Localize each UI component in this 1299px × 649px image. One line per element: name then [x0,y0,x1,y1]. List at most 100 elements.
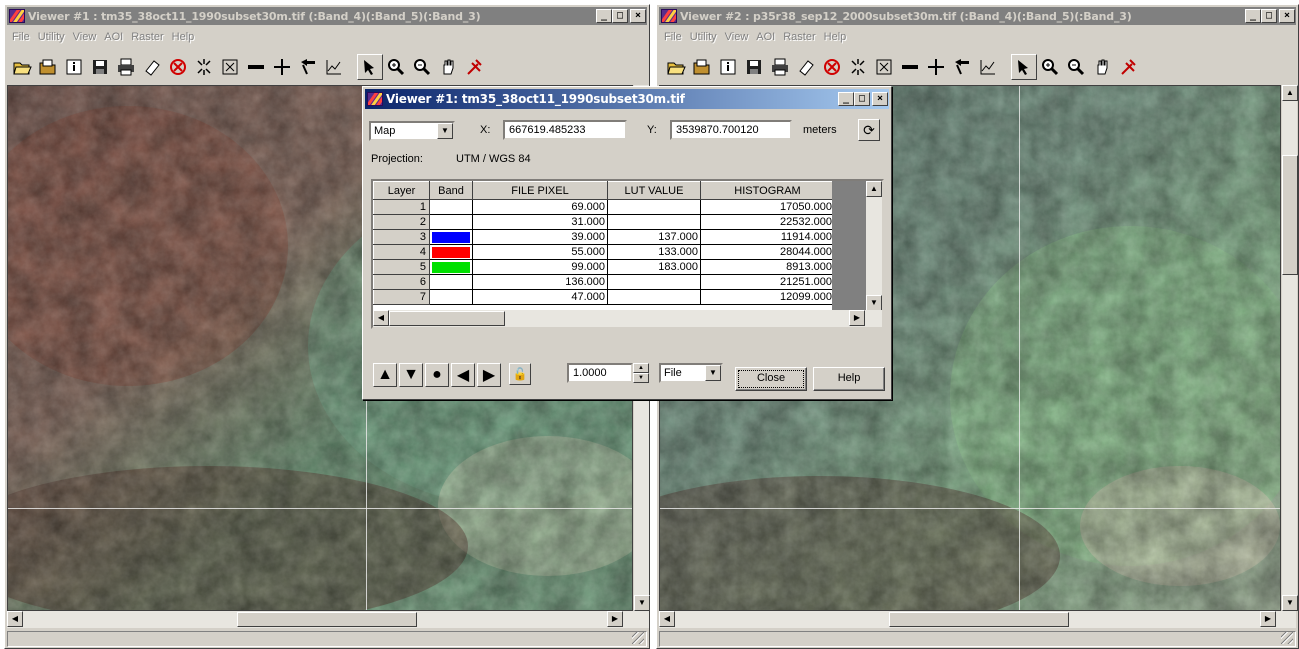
column-header-file-pixel[interactable]: FILE PIXEL [472,181,608,200]
move-down-icon[interactable]: ▼ [399,363,423,387]
menu-raster[interactable]: Raster [128,29,168,47]
minimize-button[interactable]: _ [1245,9,1261,23]
measure-ruler-icon[interactable] [243,54,269,80]
zoom-out-icon[interactable] [409,54,435,80]
viewer-2-horizontal-scrollbar[interactable]: ◀ ▶ [659,611,1296,628]
help-button[interactable]: Help [813,367,885,391]
viewer-1-horizontal-scrollbar[interactable]: ◀ ▶ [7,611,649,628]
info-icon[interactable] [715,54,741,80]
source-select[interactable]: File ▼ [659,363,723,383]
zoom-extent-icon[interactable] [217,54,243,80]
lock-icon[interactable]: 🔓 [509,363,531,385]
maximize-button[interactable]: □ [612,9,628,23]
info-icon[interactable] [61,54,87,80]
menu-file[interactable]: File [9,29,35,47]
scroll-down-icon[interactable]: ▼ [866,295,882,311]
table-vertical-scrollbar[interactable]: ▲ ▼ [866,181,882,311]
print-icon[interactable] [113,54,139,80]
save-icon[interactable] [87,54,113,80]
arrow-tool-icon[interactable] [949,54,975,80]
table-row[interactable]: 1 69.000 17050.000 [373,199,835,215]
eraser-icon[interactable] [793,54,819,80]
inquire-icon[interactable] [461,54,487,80]
spin-down-icon[interactable]: ▼ [633,373,649,383]
chevron-down-icon[interactable]: ▼ [705,365,721,381]
measure-ruler-icon[interactable] [897,54,923,80]
pan-hand-icon[interactable] [1089,54,1115,80]
table-row[interactable]: 7 47.000 12099.000 [373,289,835,305]
arrow-tool-icon[interactable] [295,54,321,80]
profile-icon[interactable] [321,54,347,80]
stop-icon[interactable] [165,54,191,80]
scroll-left-icon[interactable]: ◀ [7,611,23,627]
menu-file[interactable]: File [661,29,687,47]
column-header-lut-value[interactable]: LUT VALUE [607,181,701,200]
scroll-down-icon[interactable]: ▼ [1282,595,1298,611]
table-row[interactable]: 6 136.000 21251.000 [373,274,835,290]
menu-raster[interactable]: Raster [780,29,820,47]
select-pointer-icon[interactable] [1011,54,1037,80]
scroll-right-icon[interactable]: ▶ [849,310,865,326]
crosshair-icon[interactable] [923,54,949,80]
resize-grip-icon[interactable] [1281,632,1293,644]
open-raster-icon[interactable] [35,54,61,80]
scroll-left-icon[interactable]: ◀ [373,310,389,326]
print-icon[interactable] [767,54,793,80]
coordinate-type-select[interactable]: Map ▼ [369,121,455,141]
scroll-down-icon[interactable]: ▼ [634,595,650,611]
viewer-1-titlebar[interactable]: Viewer #1 : tm35_38oct11_1990subset30m.t… [7,7,647,25]
close-dialog-button[interactable]: Close [735,367,807,391]
column-header-layer[interactable]: Layer [373,181,430,200]
close-button[interactable]: × [872,92,888,106]
scroll-right-icon[interactable]: ▶ [1260,611,1276,627]
zoom-in-icon[interactable] [1037,54,1063,80]
viewer-2-titlebar[interactable]: Viewer #2 : p35r38_sep12_2000subset30m.t… [659,7,1296,25]
menu-view[interactable]: View [70,29,102,47]
step-spinner[interactable]: ▲ ▼ [633,363,649,383]
scroll-thumb[interactable] [889,612,1069,627]
open-icon[interactable] [663,54,689,80]
scroll-up-icon[interactable]: ▲ [866,181,882,197]
zoom-fit-icon[interactable] [845,54,871,80]
menu-utility[interactable]: Utility [35,29,70,47]
spin-up-icon[interactable]: ▲ [633,363,649,373]
scroll-thumb[interactable] [1282,155,1298,275]
minimize-button[interactable]: _ [596,9,612,23]
menu-view[interactable]: View [722,29,754,47]
open-raster-icon[interactable] [689,54,715,80]
zoom-out-icon[interactable] [1063,54,1089,80]
scroll-right-icon[interactable]: ▶ [607,611,623,627]
scroll-up-icon[interactable]: ▲ [1282,85,1298,101]
menu-help[interactable]: Help [821,29,852,47]
center-dot-icon[interactable]: ● [425,363,449,387]
profile-icon[interactable] [975,54,1001,80]
table-row[interactable]: 2 31.000 22532.000 [373,214,835,230]
maximize-button[interactable]: □ [854,92,870,106]
column-header-band[interactable]: Band [429,181,473,200]
menu-utility[interactable]: Utility [687,29,722,47]
zoom-fit-icon[interactable] [191,54,217,80]
menu-aoi[interactable]: AOI [101,29,128,47]
scroll-left-icon[interactable]: ◀ [659,611,675,627]
zoom-extent-icon[interactable] [871,54,897,80]
stop-icon[interactable] [819,54,845,80]
table-row[interactable]: 3 39.000 137.000 11914.000 [373,229,835,245]
save-icon[interactable] [741,54,767,80]
x-coordinate-field[interactable]: 667619.485233 [503,120,627,140]
y-coordinate-field[interactable]: 3539870.700120 [670,120,792,140]
resize-grip-icon[interactable] [632,632,644,644]
eraser-icon[interactable] [139,54,165,80]
column-header-histogram[interactable]: HISTOGRAM [700,181,835,200]
chevron-down-icon[interactable]: ▼ [437,123,453,139]
table-horizontal-scrollbar[interactable]: ◀ ▶ [373,310,882,327]
close-button[interactable]: × [1279,9,1295,23]
menu-aoi[interactable]: AOI [753,29,780,47]
open-icon[interactable] [9,54,35,80]
pan-hand-icon[interactable] [435,54,461,80]
inquire-icon[interactable] [1115,54,1141,80]
dialog-titlebar[interactable]: Viewer #1: tm35_38oct11_1990subset30m.ti… [365,89,889,109]
zoom-in-icon[interactable] [383,54,409,80]
scroll-thumb[interactable] [389,311,505,326]
select-pointer-icon[interactable] [357,54,383,80]
move-up-icon[interactable]: ▲ [373,363,397,387]
